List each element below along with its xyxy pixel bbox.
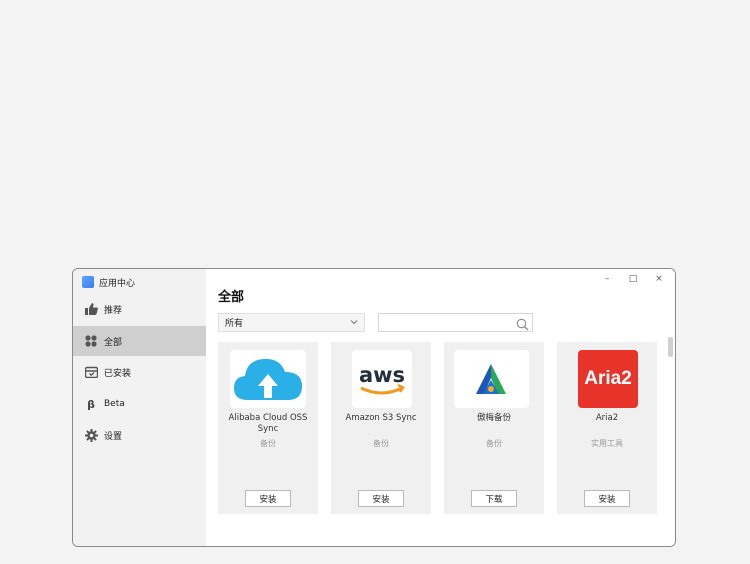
sidebar-item-label: 已安装	[104, 368, 132, 379]
aws-logo-icon: aws	[352, 350, 412, 408]
app-category: 备份	[260, 439, 276, 448]
maximize-button[interactable]: □	[627, 273, 639, 285]
app-name: Alibaba Cloud OSS Sync	[228, 413, 308, 434]
app-card-alibaba[interactable]: Alibaba Cloud OSS Sync 备份 安装	[218, 342, 318, 514]
app-category: 备份	[373, 439, 389, 448]
thumbs-up-icon	[84, 302, 98, 316]
chevron-down-icon	[350, 318, 358, 329]
alibaba-cloud-upload-icon	[230, 350, 306, 408]
sidebar-item-recommended[interactable]: 推荐	[73, 294, 206, 324]
install-button[interactable]: 安装	[584, 490, 630, 507]
close-button[interactable]: ×	[653, 273, 665, 285]
app-name: 傲梅备份	[476, 413, 511, 423]
install-button[interactable]: 安装	[358, 490, 404, 507]
category-filter-select[interactable]: 所有	[218, 313, 365, 332]
app-name: Aria2	[595, 413, 619, 423]
sidebar-item-all[interactable]: 全部	[73, 326, 206, 356]
install-button[interactable]: 安装	[245, 490, 291, 507]
app-center-window: 应用中心 推荐 全部 已安装 β Beta 设置 – □ × 全部 所有 Ali…	[72, 268, 676, 547]
aomei-triangle-icon	[454, 350, 529, 408]
app-card-amazon-s3[interactable]: aws Amazon S3 Sync 备份 安装	[331, 342, 431, 514]
sidebar-item-label: 全部	[104, 337, 123, 348]
search-input[interactable]	[382, 317, 516, 335]
app-name: Amazon S3 Sync	[345, 413, 417, 423]
aria2-logo-icon: Aria2	[578, 350, 638, 408]
sidebar-item-label: 推荐	[104, 305, 123, 316]
sidebar-item-label: Beta	[104, 399, 125, 409]
search-icon[interactable]	[516, 316, 529, 335]
app-card-aria2[interactable]: Aria2 Aria2 实用工具 安装	[557, 342, 657, 514]
app-category: 实用工具	[591, 439, 623, 448]
sidebar-item-label: 设置	[104, 431, 123, 442]
beta-icon: β	[87, 397, 95, 411]
app-category: 备份	[486, 439, 502, 448]
sidebar-item-settings[interactable]: 设置	[73, 420, 206, 450]
sidebar: 应用中心 推荐 全部 已安装 β Beta 设置	[73, 269, 206, 546]
sidebar-item-installed[interactable]: 已安装	[73, 357, 206, 387]
aria2-logo-text: Aria2	[584, 368, 632, 389]
gear-icon	[84, 428, 98, 442]
app-center-icon	[82, 276, 94, 288]
scrollbar-thumb[interactable]	[668, 337, 673, 357]
download-button[interactable]: 下载	[471, 490, 517, 507]
app-title-label: 应用中心	[99, 278, 136, 289]
main-panel: – □ × 全部 所有 Alibaba Cloud OSS Sync 备份 安装…	[206, 269, 675, 546]
installed-box-icon	[84, 365, 98, 379]
window-controls: – □ ×	[601, 273, 665, 285]
minimize-button[interactable]: –	[601, 273, 613, 285]
filter-selected-value: 所有	[225, 319, 244, 329]
page-title: 全部	[218, 290, 245, 305]
grid-icon	[84, 334, 98, 348]
app-title: 应用中心	[82, 275, 135, 289]
search-field[interactable]	[378, 313, 533, 335]
app-card-aomei[interactable]: 傲梅备份 备份 下载	[444, 342, 544, 514]
sidebar-item-beta[interactable]: β Beta	[73, 389, 206, 419]
aws-logo-text: aws	[359, 363, 405, 387]
